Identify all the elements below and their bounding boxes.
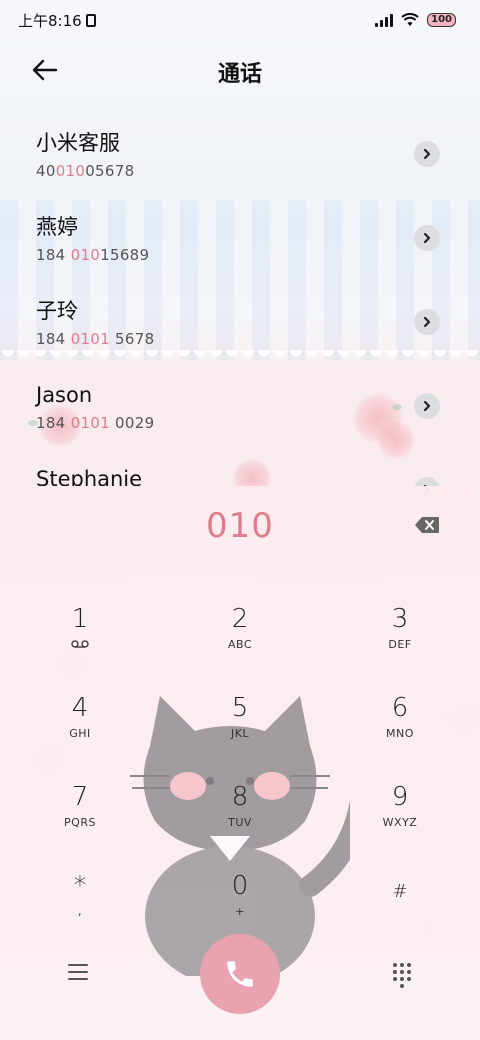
key-digit: 9 bbox=[391, 782, 409, 812]
key-letters: MNO bbox=[386, 727, 414, 740]
dialpad-panel: 010 1 2 ABC 3 DEF 4 GHI 5 JKL 6 MNO 7 PQ… bbox=[0, 486, 480, 1040]
key-3[interactable]: 3 DEF bbox=[320, 596, 480, 685]
voicemail-icon bbox=[71, 640, 89, 648]
page-title: 通话 bbox=[217, 62, 262, 87]
key-digit: 1 bbox=[71, 604, 89, 634]
key-digit: 6 bbox=[391, 693, 409, 723]
key-letters: TUV bbox=[228, 816, 252, 829]
key-digit: 5 bbox=[231, 693, 249, 723]
chevron-right-icon bbox=[423, 400, 431, 412]
key-letters: PQRS bbox=[64, 816, 96, 829]
chevron-right-icon bbox=[423, 232, 431, 244]
signal-icon bbox=[375, 13, 394, 27]
wifi-icon bbox=[401, 13, 419, 26]
key-digit: 8 bbox=[231, 782, 249, 812]
key-letters: WXYZ bbox=[382, 816, 418, 829]
contact-detail-button[interactable] bbox=[414, 309, 440, 335]
contact-name: 小米客服 bbox=[36, 131, 120, 155]
key-digit: 4 bbox=[71, 693, 89, 723]
battery-icon: 100 bbox=[427, 13, 456, 27]
key-4[interactable]: 4 GHI bbox=[0, 685, 160, 774]
call-button[interactable] bbox=[200, 934, 280, 1014]
contact-row[interactable]: 子玲 184 0101 5678 bbox=[0, 280, 480, 364]
contact-detail-button[interactable] bbox=[414, 141, 440, 167]
key-digit: 3 bbox=[391, 604, 409, 634]
contact-name: 燕婷 bbox=[36, 215, 78, 239]
key-digit: 7 bbox=[71, 782, 89, 812]
contact-name: 子玲 bbox=[36, 299, 78, 323]
contact-detail-button[interactable] bbox=[414, 225, 440, 251]
header: 通话 bbox=[0, 50, 480, 90]
key-8[interactable]: 8 TUV bbox=[160, 774, 320, 863]
key-digit: # bbox=[392, 881, 408, 902]
menu-icon[interactable] bbox=[68, 964, 88, 982]
contact-number: 184 01015689 bbox=[36, 246, 150, 264]
vibrate-icon bbox=[85, 13, 96, 27]
key-digit: 2 bbox=[231, 604, 249, 634]
contact-number: 184 0101 5678 bbox=[36, 330, 155, 348]
contact-row[interactable]: 燕婷 184 01015689 bbox=[0, 196, 480, 280]
key-letters: JKL bbox=[230, 727, 250, 740]
dialpad-bottom-bar bbox=[0, 934, 480, 1014]
key-letters: ABC bbox=[227, 638, 253, 651]
key-2[interactable]: 2 ABC bbox=[160, 596, 320, 685]
key-6[interactable]: 6 MNO bbox=[320, 685, 480, 774]
contact-number: 4001005678 bbox=[36, 162, 135, 180]
key-letters: DEF bbox=[388, 638, 412, 651]
key-7[interactable]: 7 PQRS bbox=[0, 774, 160, 863]
key-digit: 0 bbox=[231, 871, 249, 901]
key-letters: GHI bbox=[69, 727, 91, 740]
dialed-number: 010 bbox=[206, 506, 274, 546]
key-5[interactable]: 5 JKL bbox=[160, 685, 320, 774]
status-time: 上午8:16 bbox=[18, 11, 82, 30]
status-bar: 上午8:16 100 bbox=[0, 0, 480, 40]
phone-icon bbox=[227, 961, 253, 987]
contact-list: 小米客服 4001005678 燕婷 184 01015689 子玲 184 0… bbox=[0, 112, 480, 532]
contact-row[interactable]: 小米客服 4001005678 bbox=[0, 112, 480, 196]
key-1[interactable]: 1 bbox=[0, 596, 160, 685]
chevron-right-icon bbox=[423, 148, 431, 160]
key-9[interactable]: 9 WXYZ bbox=[320, 774, 480, 863]
key-letters: + bbox=[235, 905, 245, 918]
contact-name: Jason bbox=[36, 383, 93, 407]
key-digit: * bbox=[73, 871, 87, 901]
key-letters: , bbox=[78, 905, 82, 918]
backspace-icon[interactable] bbox=[414, 516, 440, 534]
contact-detail-button[interactable] bbox=[414, 393, 440, 419]
keypad: 1 2 ABC 3 DEF 4 GHI 5 JKL 6 MNO 7 PQRS 8… bbox=[0, 596, 480, 952]
chevron-right-icon bbox=[423, 316, 431, 328]
contact-number: 184 0101 0029 bbox=[36, 414, 155, 432]
contact-row[interactable]: Jason 184 0101 0029 bbox=[0, 364, 480, 448]
dialpad-toggle-icon[interactable] bbox=[393, 963, 411, 988]
